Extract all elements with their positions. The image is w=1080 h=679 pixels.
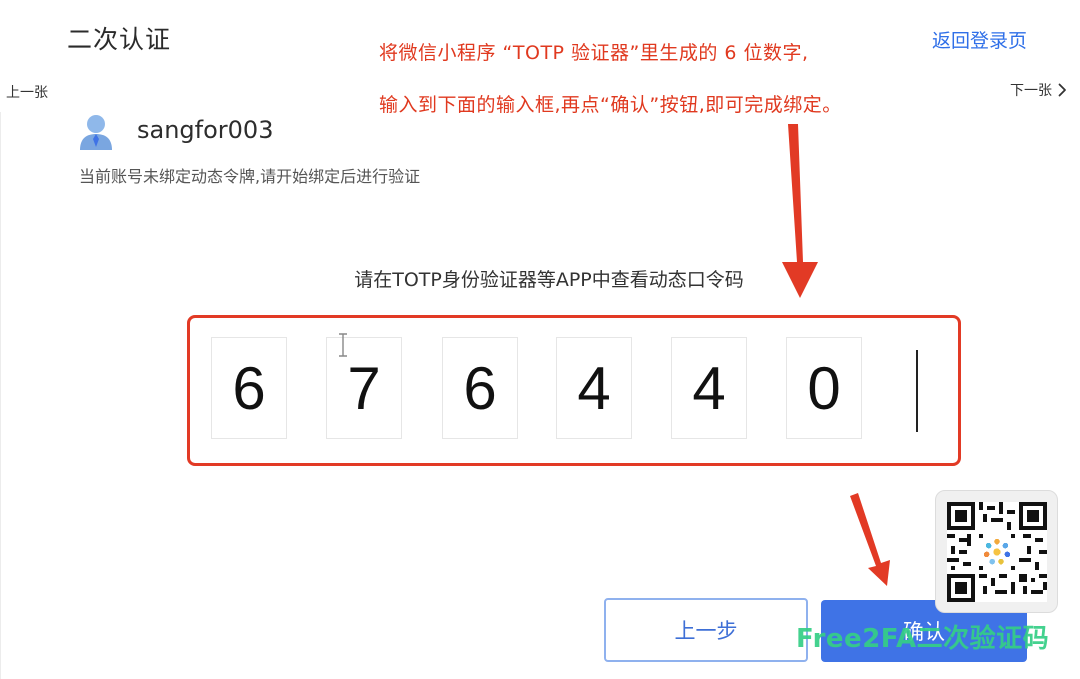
otp-digit-input-3[interactable]: 6	[442, 337, 518, 439]
annotation-arrow-diagonal	[850, 493, 890, 586]
page-edge-divider	[0, 112, 1, 679]
chevron-right-icon	[1058, 83, 1066, 97]
next-image-button[interactable]: 下一张	[1010, 80, 1067, 100]
totp-prompt: 请在TOTP身份验证器等APP中查看动态口令码	[354, 269, 744, 291]
otp-digit-input-4[interactable]: 4	[556, 337, 632, 439]
account-username: sangfor003	[137, 116, 274, 144]
annotation-instruction-line-2: 输入到下面的输入框,再点“确认”按钮,即可完成绑定。	[379, 94, 842, 116]
previous-image-button[interactable]: 上一张	[6, 82, 48, 102]
watermark-text: Free2FA二次验证码	[796, 624, 1050, 654]
binding-notice: 当前账号未绑定动态令牌,请开始绑定后进行验证	[79, 167, 421, 186]
annotation-instruction-line-1: 将微信小程序 “TOTP 验证器”里生成的 6 位数字,	[379, 42, 809, 64]
otp-digit-input-5[interactable]: 4	[671, 337, 747, 439]
otp-digit-input-1[interactable]: 6	[211, 337, 287, 439]
otp-digit-input-6[interactable]: 0	[786, 337, 862, 439]
previous-step-button[interactable]: 上一步	[604, 598, 808, 662]
text-cursor-icon	[339, 333, 347, 357]
page-title: 二次认证	[67, 25, 172, 54]
back-to-login-link[interactable]: 返回登录页	[932, 26, 1027, 53]
qr-code-icon	[935, 490, 1058, 613]
next-image-label: 下一张	[1010, 83, 1052, 99]
text-caret	[916, 350, 918, 432]
user-avatar-icon	[80, 115, 112, 150]
